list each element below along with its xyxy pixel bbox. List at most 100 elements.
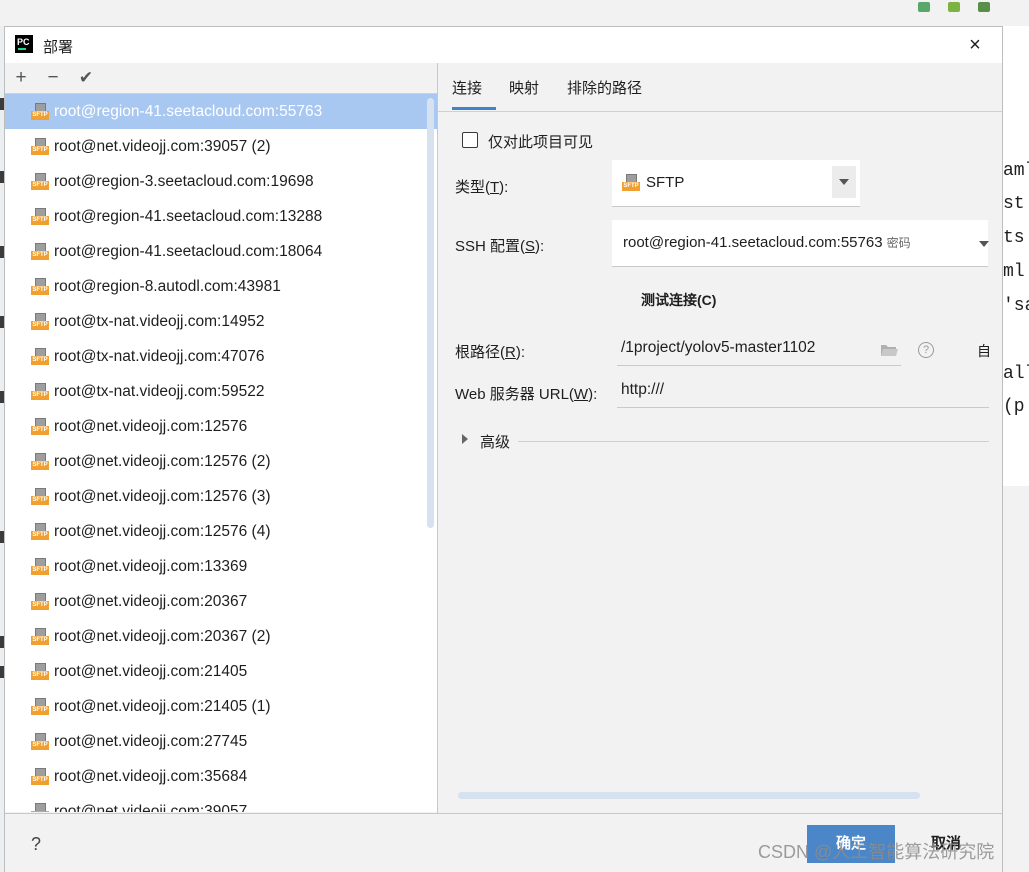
sftp-server-icon: SFTP [31,207,49,226]
server-list-item[interactable]: SFTP root@tx-nat.videojj.com:47076 [5,339,437,374]
sftp-server-icon: SFTP [31,172,49,191]
remove-server-button[interactable]: − [42,67,64,89]
server-list-scrollbar[interactable] [427,98,434,528]
server-list-item[interactable]: SFTP root@tx-nat.videojj.com:14952 [5,304,437,339]
chevron-right-icon[interactable] [462,434,468,444]
server-list-item[interactable]: SFTP root@net.videojj.com:12576 (3) [5,479,437,514]
panel-splitter[interactable] [437,63,438,813]
web-server-url-input[interactable]: http:/// [617,379,989,408]
ssh-config-select[interactable]: root@region-41.seetacloud.com:55763 密码 [612,220,989,267]
debug-icon [948,2,960,12]
close-button[interactable]: × [961,31,989,59]
server-list-item[interactable]: SFTP root@net.videojj.com:12576 [5,409,437,444]
server-list-item[interactable]: SFTP root@net.videojj.com:27745 [5,724,437,759]
server-name: root@tx-nat.videojj.com:14952 [54,312,265,330]
code-line: ml [1003,262,1025,282]
run-icon [918,2,930,12]
type-select[interactable]: SFTP SFTP [612,160,860,207]
server-name: root@tx-nat.videojj.com:59522 [54,382,265,400]
background-editor: aml st ts ml 'sa all (p [1003,26,1029,872]
horizontal-scrollbar[interactable] [458,792,920,799]
server-name: root@region-8.autodl.com:43981 [54,277,281,295]
server-list-item[interactable]: SFTP root@region-8.autodl.com:43981 [5,269,437,304]
sftp-server-icon: SFTP [31,417,49,436]
test-connection-button[interactable]: 测试连接(C) [641,290,716,310]
background-run-controls [900,0,1010,14]
sftp-server-icon: SFTP [31,592,49,611]
server-list-item[interactable]: SFTP root@region-3.seetacloud.com:19698 [5,164,437,199]
sftp-server-icon: SFTP [31,662,49,681]
coverage-icon [978,2,990,12]
code-line: ts [1003,228,1025,248]
sftp-server-icon: SFTP [31,242,49,261]
server-name: root@net.videojj.com:12576 (2) [54,452,271,470]
tab-mappings[interactable]: 映射 [509,77,539,98]
sftp-server-icon: SFTP [31,137,49,156]
server-list-item[interactable]: SFTP root@net.videojj.com:12576 (2) [5,444,437,479]
visible-only-for-project-label: 仅对此项目可见 [488,134,594,151]
set-default-check-button[interactable]: ✔ [75,67,97,89]
chevron-down-icon[interactable] [979,241,989,247]
server-name: root@net.videojj.com:20367 (2) [54,627,271,645]
server-list: SFTP root@net.videojj.com:39057 SFTP root@n… [5,94,437,812]
server-list-item[interactable]: SFTP root@net.videojj.com:39057 (2) [5,129,437,164]
server-name: root@net.videojj.com:12576 (3) [54,487,271,505]
server-name: root@net.videojj.com:39057 [54,802,248,813]
sftp-server-icon: SFTP [31,382,49,401]
server-name: root@net.videojj.com:27745 [54,732,248,750]
add-server-button[interactable]: + [10,67,32,89]
server-list-item[interactable]: SFTP root@net.videojj.com:21405 [5,654,437,689]
server-list-item[interactable]: SFTP root@net.videojj.com:13369 [5,549,437,584]
server-name: root@region-3.seetacloud.com:19698 [54,172,314,190]
server-list-item[interactable]: SFTP root@region-41.seetacloud.com:13288 [5,199,437,234]
csdn-watermark: CSDN @人工智能算法研究院 [758,842,995,862]
advanced-section-toggle[interactable]: 高级 [480,431,510,452]
deployment-dialog: PC 部署 × + − ✔ SFTP root@net.videojj.com:3… [4,26,1003,872]
help-button[interactable]: ? [31,834,41,855]
server-list-item[interactable]: SFTP root@region-41.seetacloud.com:55763 [5,94,437,129]
server-list-item[interactable]: SFTP root@region-41.seetacloud.com:18064 [5,234,437,269]
root-path-label: 根路径(R): [455,344,526,361]
tab-connection[interactable]: 连接 [452,77,482,98]
server-list-item[interactable]: SFTP root@net.videojj.com:20367 (2) [5,619,437,654]
code-line: st [1003,194,1025,214]
ssh-config-value: root@region-41.seetacloud.com:55763 密码 [623,234,911,251]
sftp-server-icon: SFTP [31,802,49,812]
tab-excluded-paths[interactable]: 排除的路径 [567,77,642,98]
sftp-server-icon: SFTP [31,557,49,576]
tab-bar: 连接 映射 排除的路径 [438,63,1002,112]
folder-icon[interactable] [880,343,898,357]
visible-only-for-project-checkbox[interactable] [462,132,478,148]
code-line: all [1003,364,1029,384]
server-list-item[interactable]: SFTP root@net.videojj.com:12576 (4) [5,514,437,549]
code-line: aml [1003,161,1029,181]
sftp-server-icon: SFTP [31,627,49,646]
server-name: root@net.videojj.com:21405 (1) [54,697,271,715]
server-name: root@region-41.seetacloud.com:55763 [54,102,323,120]
pycharm-logo-icon: PC [15,35,33,53]
server-list-item[interactable]: SFTP root@net.videojj.com:35684 [5,759,437,794]
server-name: root@region-41.seetacloud.com:13288 [54,207,323,225]
server-name: root@net.videojj.com:12576 (4) [54,522,271,540]
sftp-server-icon: SFTP [31,487,49,506]
sftp-server-icon: SFTP [31,697,49,716]
autodetect-button-truncated[interactable]: 自 [977,341,991,361]
server-list-item[interactable]: SFTP root@net.videojj.com:39057 [5,794,437,812]
chevron-down-icon [839,179,849,185]
sftp-icon: SFTP [622,174,640,192]
server-name: root@net.videojj.com:20367 [54,592,248,610]
server-name: root@net.videojj.com:39057 (2) [54,137,271,155]
root-path-input[interactable]: /1project/yolov5-master1102 [617,337,901,366]
dialog-title: 部署 [43,39,74,56]
background-ide-toolbar [0,0,1029,26]
sftp-server-icon: SFTP [31,277,49,296]
web-server-url-label: Web 服务器 URL(W): [455,386,598,403]
server-list-item[interactable]: SFTP root@tx-nat.videojj.com:59522 [5,374,437,409]
server-list-item[interactable]: SFTP root@net.videojj.com:20367 [5,584,437,619]
server-name: root@net.videojj.com:35684 [54,767,248,785]
type-dropdown-button[interactable] [832,166,856,198]
server-name: root@net.videojj.com:21405 [54,662,248,680]
server-list-item[interactable]: SFTP root@net.videojj.com:21405 (1) [5,689,437,724]
help-icon[interactable]: ? [918,342,934,358]
sftp-server-icon: SFTP [31,522,49,541]
